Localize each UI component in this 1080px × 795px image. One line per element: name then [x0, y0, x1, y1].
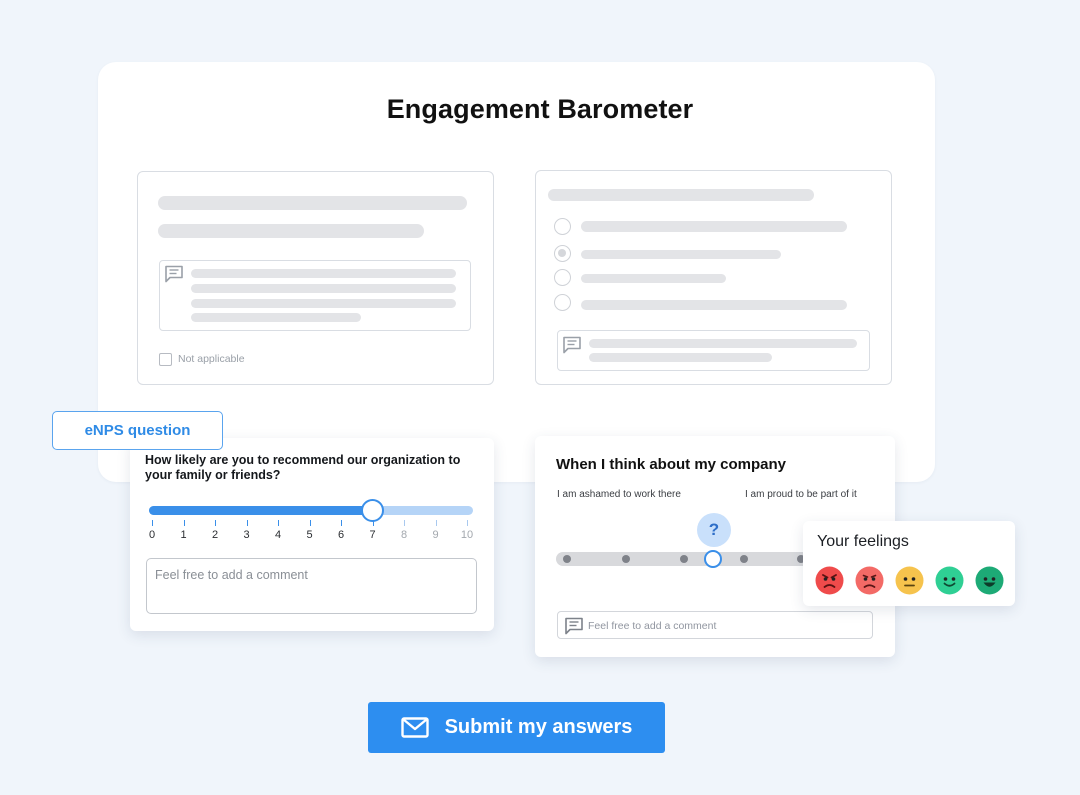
not-applicable-checkbox[interactable]: [159, 353, 172, 366]
slider-tick: [435, 520, 437, 526]
skeleton-line: [581, 300, 847, 310]
scale-dot: [622, 555, 630, 563]
scale-thumb[interactable]: [704, 550, 722, 568]
envelope-icon: [400, 717, 429, 738]
enps-question-card: How likely are you to recommend our orga…: [130, 438, 494, 631]
skeleton-line: [158, 196, 467, 210]
feelings-popup: Your feelings: [803, 521, 1015, 606]
skeleton-line: [581, 221, 847, 232]
submit-answers-button[interactable]: Submit my answers: [368, 702, 665, 753]
radio-option[interactable]: [554, 294, 571, 311]
page-title: Engagement Barometer: [386, 94, 694, 124]
skeleton-line: [191, 269, 456, 278]
smiling-face-icon[interactable]: [935, 566, 964, 595]
slider-tick-label[interactable]: 9: [426, 529, 446, 541]
comment-placeholder: Feel free to add a comment: [588, 620, 717, 632]
skeleton-line: [581, 250, 781, 259]
skeleton-comment-box: [159, 260, 471, 331]
slider-tick-label[interactable]: 6: [331, 529, 351, 541]
slider-tick: [404, 520, 405, 526]
radio-option-selected[interactable]: [554, 245, 571, 262]
slider-tick: [183, 520, 185, 526]
slider-tick: [215, 520, 216, 526]
slider-tick: [152, 520, 153, 526]
slider-tick-label[interactable]: 4: [268, 529, 288, 541]
slider-tick-label[interactable]: 2: [205, 529, 225, 541]
enps-comment-input[interactable]: Feel free to add a comment: [146, 558, 477, 614]
scale-dot: [740, 555, 748, 563]
slider-tick-label[interactable]: 10: [457, 529, 477, 541]
slider-tick: [341, 520, 342, 526]
slider-tick: [246, 520, 248, 526]
company-comment-input[interactable]: Feel free to add a comment: [557, 611, 873, 639]
slider-tick-label[interactable]: 3: [237, 529, 257, 541]
slider-tick: [467, 520, 468, 526]
skeleton-line: [589, 339, 857, 348]
question-mark-bubble: ?: [697, 513, 731, 547]
skeleton-line: [581, 274, 726, 283]
skeleton-comment-box: [557, 330, 870, 371]
scale-dot: [680, 555, 688, 563]
skeleton-line: [191, 299, 456, 308]
annoyed-face-icon[interactable]: [855, 566, 884, 595]
skeleton-question-card-left: Not applicable: [137, 171, 494, 385]
slider-thumb[interactable]: [361, 499, 384, 522]
skeleton-question-card-right: [535, 170, 892, 385]
skeleton-line: [191, 313, 361, 322]
angry-face-icon[interactable]: [815, 566, 844, 595]
feelings-title: Your feelings: [817, 533, 909, 550]
slider-tick-label[interactable]: 5: [300, 529, 320, 541]
company-question-title: When I think about my company: [556, 456, 787, 473]
radio-option[interactable]: [554, 218, 571, 235]
scale-dot: [563, 555, 571, 563]
slider-track-filled: [149, 506, 373, 515]
skeleton-line: [191, 284, 456, 293]
skeleton-line: [589, 353, 772, 362]
slider-tick-label[interactable]: 1: [174, 529, 194, 541]
slider-tick-label[interactable]: 0: [142, 529, 162, 541]
slider-tick: [278, 520, 279, 526]
radio-option[interactable]: [554, 269, 571, 286]
neutral-face-icon[interactable]: [895, 566, 924, 595]
comment-icon: [165, 265, 183, 283]
not-applicable-label: Not applicable: [178, 353, 245, 365]
comment-icon: [565, 617, 583, 635]
skeleton-line: [548, 189, 814, 201]
scale-label-left: I am ashamed to work there: [557, 489, 681, 500]
skeleton-line: [158, 224, 424, 238]
comment-icon: [563, 336, 581, 354]
slider-tick-label[interactable]: 8: [394, 529, 414, 541]
slider-tick-label[interactable]: 7: [363, 529, 383, 541]
enps-question-tag: eNPS question: [52, 411, 223, 450]
submit-label: Submit my answers: [444, 716, 633, 738]
enps-slider[interactable]: 0 1 2 3 4 5 6 7 8 9 10: [130, 438, 494, 548]
scale-label-right: I am proud to be part of it: [745, 489, 857, 500]
slider-tick: [309, 520, 311, 526]
grinning-face-icon[interactable]: [975, 566, 1004, 595]
